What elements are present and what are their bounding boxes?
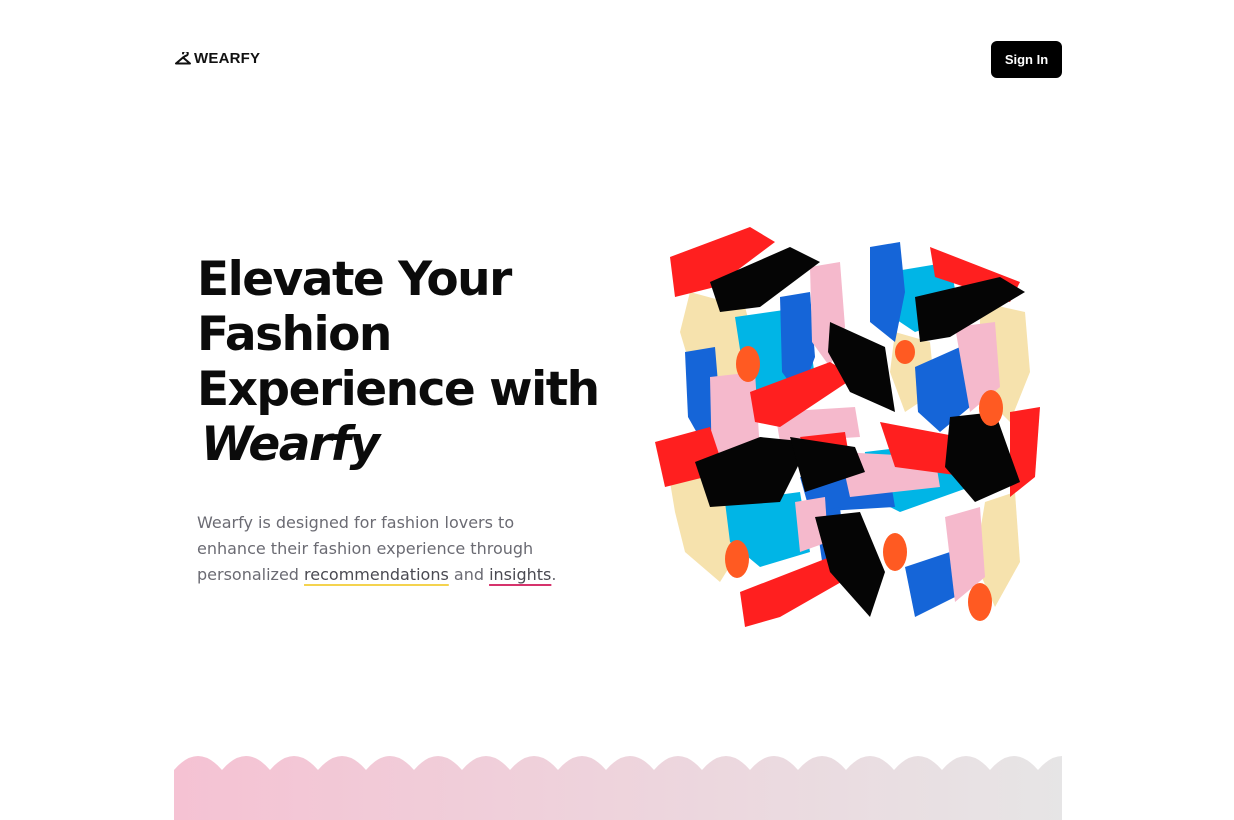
hero-title-brand: Wearfy [201, 417, 380, 472]
description-text: and [448, 565, 490, 584]
top-nav: WEARFY Sign In [174, 41, 1062, 78]
logo[interactable]: WEARFY [174, 50, 260, 67]
hero-title-line: Elevate Your [197, 252, 512, 307]
hero-title-line: Fashion [197, 307, 392, 362]
hanger-icon [175, 51, 191, 64]
sign-in-button[interactable]: Sign In [991, 41, 1062, 78]
hero-description: Wearfy is designed for fashion lovers to… [197, 510, 577, 588]
hero-title-line: Experience with [197, 362, 600, 417]
recommendations-link[interactable]: recommendations [304, 565, 449, 584]
wave-divider [174, 752, 1062, 820]
brush-stroke-artwork [655, 227, 1040, 627]
description-text: . [551, 565, 557, 584]
hero-title: Elevate Your Fashion Experience with Wea… [197, 252, 600, 472]
insights-link[interactable]: insights [489, 565, 551, 584]
wave-shape [174, 756, 1062, 820]
landing-page: WEARFY Sign In Elevate Your Fashion Expe… [0, 0, 1234, 820]
logo-text: WEARFY [194, 50, 261, 67]
